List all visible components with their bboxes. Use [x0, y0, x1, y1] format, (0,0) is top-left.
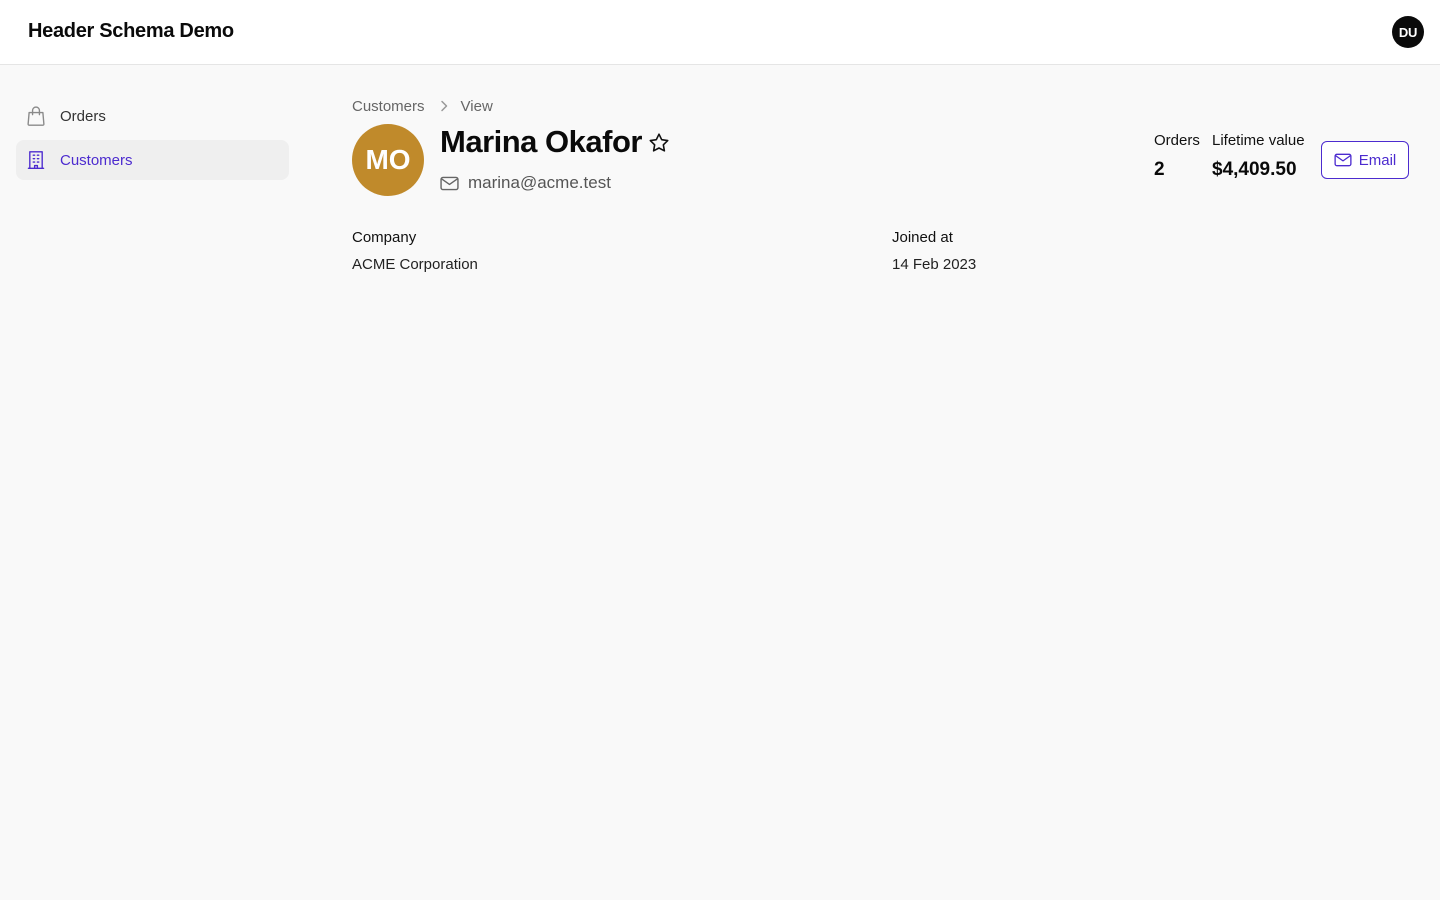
sidebar-item-customers[interactable]: Customers [16, 140, 289, 180]
customer-avatar: MO [352, 124, 424, 196]
mail-icon [440, 176, 459, 191]
sidebar-item-label: Orders [60, 107, 106, 125]
customer-email-row: marina@acme.test [440, 173, 611, 193]
breadcrumb-current: View [460, 97, 493, 115]
stat-orders-label: Orders [1154, 132, 1200, 149]
sidebar: Orders Customers [16, 96, 289, 184]
email-button[interactable]: Email [1321, 141, 1409, 179]
company-label: Company [352, 229, 417, 246]
customer-email: marina@acme.test [468, 173, 611, 192]
company-value: ACME Corporation [352, 256, 478, 273]
breadcrumb: Customers View [352, 96, 493, 116]
customer-name: Marina Okafor [440, 124, 642, 159]
building-icon [24, 148, 48, 172]
shopping-bag-icon [24, 104, 48, 128]
favorite-star-button[interactable] [646, 130, 672, 156]
stat-orders-value: 2 [1154, 159, 1165, 180]
detail-joined-at: Joined at 14 Feb 2023 [892, 229, 976, 273]
star-icon [647, 131, 671, 155]
sidebar-item-orders[interactable]: Orders [16, 96, 289, 136]
joined-at-label: Joined at [892, 229, 953, 246]
chevron-right-icon [439, 100, 449, 112]
breadcrumb-customers-link[interactable]: Customers [352, 98, 425, 115]
stat-lifetime-value: Lifetime value $4,409.50 [1212, 132, 1305, 181]
joined-at-value: 14 Feb 2023 [892, 256, 977, 273]
sidebar-item-label: Customers [60, 151, 133, 169]
mail-icon [1334, 153, 1352, 167]
stat-lifetime-amount: $4,409.50 [1212, 159, 1297, 180]
stat-lifetime-label: Lifetime value [1212, 132, 1305, 149]
app-title: Header Schema Demo [28, 20, 234, 42]
user-avatar[interactable]: DU [1392, 16, 1424, 48]
detail-company: Company ACME Corporation [352, 229, 478, 273]
top-bar: Header Schema Demo DU [0, 0, 1440, 65]
stat-orders: Orders 2 [1154, 132, 1200, 181]
email-button-label: Email [1358, 151, 1397, 169]
